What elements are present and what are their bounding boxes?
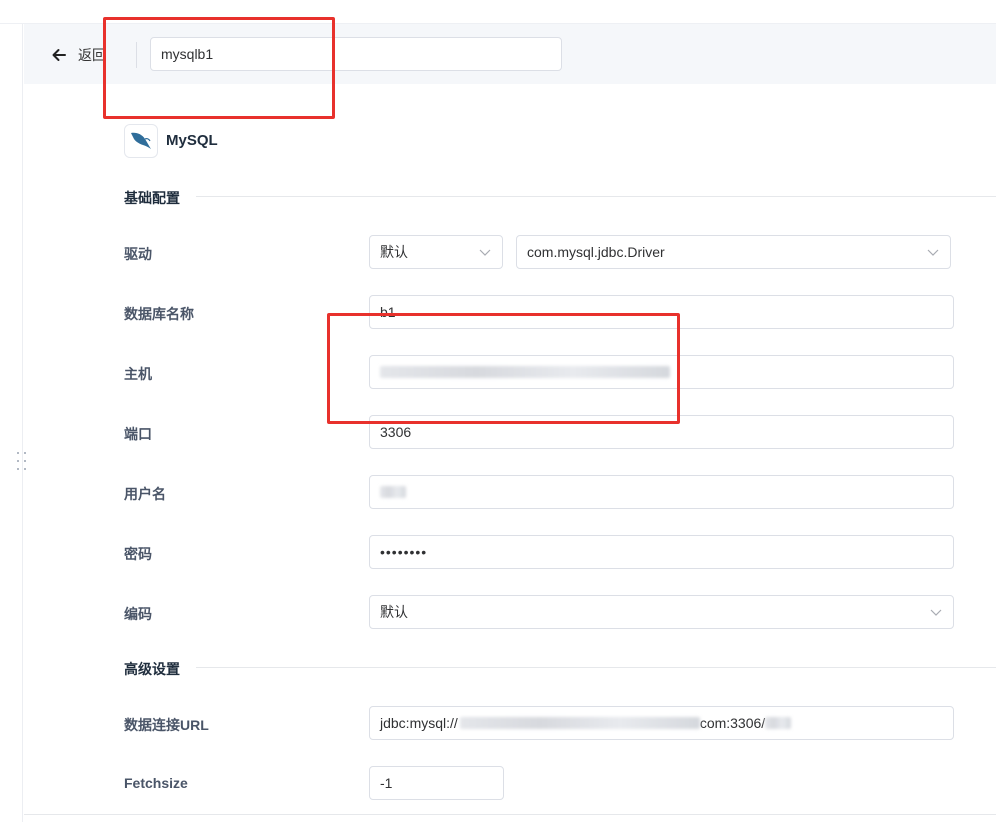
- encoding-select[interactable]: 默认: [369, 595, 954, 629]
- jdbc-url-label: 数据连接URL: [124, 717, 209, 733]
- jdbc-url-suffix: com:3306/: [699, 715, 766, 731]
- username-value-redacted: [380, 486, 406, 498]
- chevron-down-icon: [930, 609, 942, 616]
- chevron-down-icon: [479, 249, 491, 256]
- database-name-label: 数据库名称: [124, 306, 194, 322]
- fetchsize-label: Fetchsize: [124, 775, 188, 791]
- password-label: 密码: [124, 546, 152, 562]
- driver-class-select[interactable]: com.mysql.jdbc.Driver: [516, 235, 951, 269]
- jdbc-url-prefix: jdbc:mysql://: [380, 715, 458, 731]
- section-title-advanced: 高级设置: [124, 661, 180, 677]
- bottom-divider: [24, 814, 996, 815]
- fetchsize-value: -1: [380, 775, 393, 791]
- jdbc-url-db-redacted: [765, 717, 792, 729]
- section-title-basic: 基础配置: [124, 190, 180, 206]
- encoding-value: 默认: [380, 604, 408, 620]
- jdbc-url-host-redacted: [459, 717, 700, 729]
- drag-handle-icon[interactable]: [17, 452, 29, 472]
- section-divider: [196, 196, 996, 197]
- back-button[interactable]: 返回: [50, 44, 106, 66]
- port-label: 端口: [124, 426, 152, 442]
- driver-label: 驱动: [124, 246, 152, 262]
- arrow-left-icon: [52, 49, 66, 61]
- mysql-dolphin-icon: [124, 124, 158, 158]
- port-value: 3306: [380, 424, 412, 440]
- jdbc-url-input[interactable]: jdbc:mysql:// com:3306/: [369, 706, 954, 740]
- username-input[interactable]: [369, 475, 954, 509]
- password-value: ••••••••: [380, 544, 428, 560]
- driver-mode-select[interactable]: 默认: [369, 235, 503, 269]
- driver-mode-value: 默认: [380, 244, 408, 260]
- annotation-highlight-box: [103, 17, 335, 119]
- back-label: 返回: [78, 47, 106, 63]
- fetchsize-input[interactable]: -1: [369, 766, 504, 800]
- chevron-down-icon: [927, 249, 939, 256]
- driver-class-value: com.mysql.jdbc.Driver: [527, 244, 665, 260]
- host-label: 主机: [124, 366, 152, 382]
- section-divider: [196, 667, 996, 668]
- annotation-highlight-box: [327, 313, 680, 424]
- encoding-label: 编码: [124, 606, 152, 622]
- password-input[interactable]: ••••••••: [369, 535, 954, 569]
- username-label: 用户名: [124, 486, 166, 502]
- datasource-type-title: MySQL: [166, 132, 218, 149]
- left-gutter: [0, 24, 23, 822]
